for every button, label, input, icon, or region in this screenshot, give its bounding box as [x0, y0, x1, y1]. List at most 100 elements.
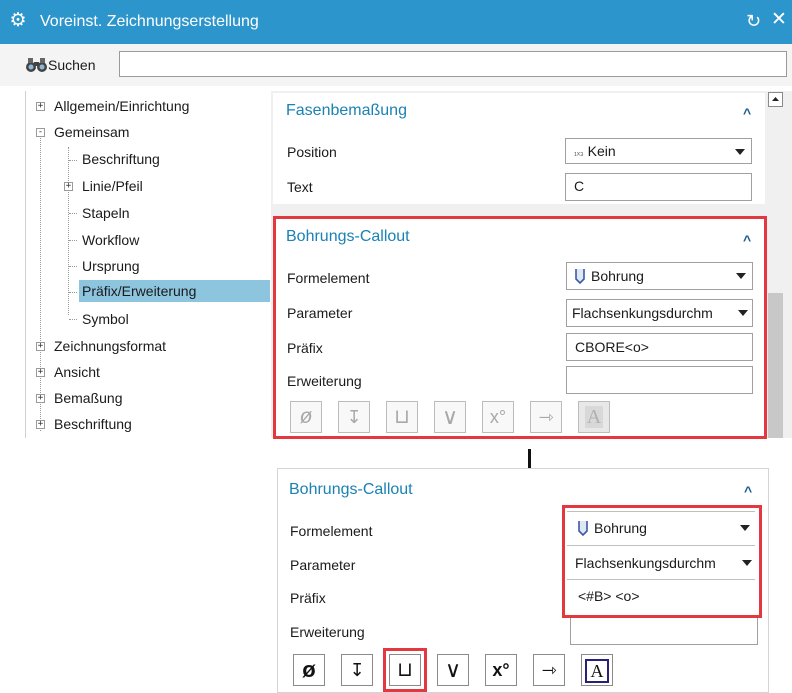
collapse-icon[interactable]: - — [36, 128, 45, 137]
category-tree: + Allgemein/Einrichtung - Gemeinsam Besc… — [25, 91, 272, 438]
diameter-icon: ø — [302, 657, 316, 682]
gear-icon: ⚙ — [9, 10, 27, 31]
tree-item-symbol[interactable]: Symbol — [82, 309, 129, 329]
tree-item-beschriftung-root[interactable]: Beschriftung — [54, 414, 132, 434]
parameter-label: Parameter — [287, 305, 353, 321]
parameter-value: Flachsenkungsdurchm — [572, 305, 713, 321]
tree-item-allgemein[interactable]: Allgemein/Einrichtung — [54, 96, 189, 116]
callout-section-top: Bohrungs-Callout ^ Formelement Bohrung P… — [273, 216, 767, 439]
countersink-symbol-button[interactable]: ∨ — [437, 654, 469, 686]
diameter-icon: ø — [299, 405, 313, 428]
counterbore-symbol-button[interactable]: ⊔ — [386, 401, 418, 433]
position-value: Kein — [587, 143, 616, 159]
expand-icon[interactable]: + — [36, 420, 45, 429]
callout-section-bottom: Bohrungs-Callout ^ Formelement Bohrung P… — [277, 468, 769, 693]
erweiterung-input[interactable] — [566, 366, 753, 394]
praefix-label: Präfix — [287, 340, 323, 356]
depth-symbol-button[interactable]: ↧ — [338, 401, 370, 433]
collapse-caret-icon[interactable]: ^ — [744, 484, 752, 498]
title-bar: ⚙ Voreinst. Zeichnungserstellung ↻ ✕ — [0, 0, 792, 44]
close-icon[interactable]: ✕ — [771, 10, 787, 30]
arrow-symbol-button[interactable]: ⇾ — [530, 401, 562, 433]
tree-item-ansicht[interactable]: Ansicht — [54, 362, 100, 382]
position-dropdown[interactable]: ₁ₓ₃ Kein — [565, 138, 752, 164]
tree-connector — [69, 319, 77, 320]
arrow-icon: ⇾ — [541, 660, 557, 680]
scroll-thumb[interactable] — [768, 293, 783, 438]
tree-guide-line — [68, 147, 69, 315]
highlight-frame — [383, 648, 427, 692]
counterbore-icon: ⊔ — [394, 406, 410, 428]
tree-item-gemeinsam[interactable]: Gemeinsam — [54, 122, 129, 142]
text-icon: A — [585, 659, 609, 683]
tree-item-ursprung[interactable]: Ursprung — [82, 256, 140, 276]
text-label: Text — [287, 179, 313, 195]
depth-icon: ↧ — [346, 407, 362, 427]
text-symbol-button[interactable]: A — [581, 654, 613, 686]
tree-item-zeichnungsformat[interactable]: Zeichnungsformat — [54, 336, 166, 356]
position-label: Position — [287, 144, 337, 160]
search-bar: Suchen — [0, 44, 792, 86]
section-title: Bohrungs-Callout — [286, 228, 410, 245]
tree-connector — [69, 266, 77, 267]
divider — [567, 579, 755, 580]
tree-connector — [69, 213, 77, 214]
degree-symbol-button[interactable]: x° — [482, 401, 514, 433]
tree-item-linie-pfeil[interactable]: Linie/Pfeil — [82, 176, 143, 196]
chevron-down-icon — [735, 149, 745, 155]
no-position-icon: ₁ₓ₃ — [574, 147, 584, 157]
tree-connector — [69, 292, 77, 293]
tree-guide-line — [40, 131, 41, 431]
diameter-symbol-button[interactable]: ø — [293, 654, 325, 686]
formelement-dropdown[interactable]: Bohrung — [566, 262, 753, 290]
expand-icon[interactable]: + — [36, 342, 45, 351]
window-title: Voreinst. Zeichnungserstellung — [40, 13, 259, 30]
reset-icon[interactable]: ↻ — [746, 11, 761, 31]
expand-icon[interactable]: + — [36, 368, 45, 377]
formelement-value: Bohrung — [591, 268, 644, 284]
collapse-caret-icon[interactable]: ^ — [743, 233, 751, 247]
erweiterung-input[interactable] — [570, 617, 758, 645]
text-symbol-button[interactable]: A — [578, 401, 610, 433]
tree-item-stapeln[interactable]: Stapeln — [82, 203, 129, 223]
depth-symbol-button[interactable]: ↧ — [341, 654, 373, 686]
parameter-dropdown[interactable]: Flachsenkungsdurchm — [566, 299, 753, 327]
tree-item-beschriftung[interactable]: Beschriftung — [82, 149, 160, 169]
divider — [567, 511, 755, 512]
scroll-up-icon[interactable] — [768, 92, 783, 107]
divider — [567, 545, 755, 546]
section-title: Bohrungs-Callout — [289, 481, 413, 498]
countersink-icon: ∨ — [441, 404, 459, 429]
expand-icon[interactable]: + — [36, 102, 45, 111]
erweiterung-label: Erweiterung — [287, 373, 362, 389]
arrow-symbol-button[interactable]: ⇾ — [533, 654, 565, 686]
search-input[interactable] — [119, 51, 787, 77]
tree-item-bemassung[interactable]: Bemaßung — [54, 388, 122, 408]
hole-icon — [575, 269, 585, 284]
text-icon: A — [584, 406, 604, 428]
erweiterung-label: Erweiterung — [290, 624, 365, 640]
tree-item-workflow[interactable]: Workflow — [82, 230, 139, 250]
degree-icon: x° — [492, 660, 510, 680]
text-input[interactable]: C — [565, 173, 752, 201]
chevron-down-icon — [736, 273, 746, 279]
section-title: Fasenbemaßung — [286, 102, 407, 119]
fasen-section: Fasenbemaßung ^ Position ₁ₓ₃ Kein Text C — [273, 93, 765, 204]
tree-connector — [69, 160, 77, 161]
tree-connector — [69, 240, 77, 241]
chevron-down-icon — [738, 310, 748, 316]
praefix-input[interactable]: CBORE<o> — [566, 333, 753, 361]
expand-icon[interactable]: + — [36, 394, 45, 403]
binoculars-icon — [26, 58, 47, 72]
parameter-label: Parameter — [290, 557, 356, 573]
arrow-icon: ⇾ — [538, 407, 554, 427]
expand-icon[interactable]: + — [64, 182, 73, 191]
formelement-label: Formelement — [287, 270, 370, 286]
tree-item-praefix-erweiterung[interactable]: Präfix/Erweiterung — [79, 280, 270, 302]
countersink-icon: ∨ — [444, 657, 462, 682]
collapse-caret-icon[interactable]: ^ — [743, 106, 751, 120]
degree-icon: x° — [489, 407, 507, 427]
diameter-symbol-button[interactable]: ø — [290, 401, 322, 433]
degree-symbol-button[interactable]: x° — [485, 654, 517, 686]
countersink-symbol-button[interactable]: ∨ — [434, 401, 466, 433]
